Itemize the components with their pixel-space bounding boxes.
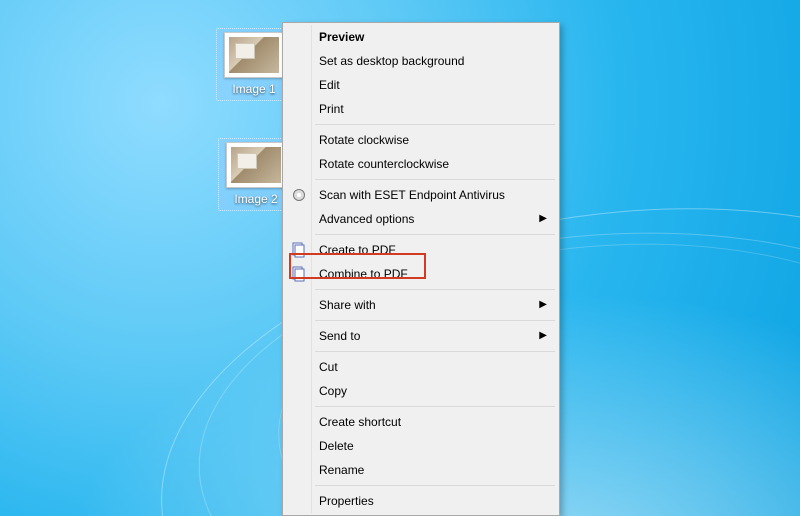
icon-label: Image 1 <box>220 82 288 96</box>
menu-separator <box>315 289 555 290</box>
menu-item-rename[interactable]: Rename <box>285 458 557 482</box>
menu-item-label: Scan with ESET Endpoint Antivirus <box>319 188 505 202</box>
submenu-arrow-icon: ▶ <box>539 297 547 313</box>
menu-item-preview[interactable]: Preview <box>285 25 557 49</box>
desktop[interactable]: Image 1 Image 2 Preview Set as desktop b… <box>0 0 800 516</box>
menu-item-label: Set as desktop background <box>319 54 464 68</box>
submenu-arrow-icon: ▶ <box>539 328 547 344</box>
menu-item-send-to[interactable]: Send to ▶ <box>285 324 557 348</box>
menu-item-label: Share with <box>319 298 376 312</box>
context-menu: Preview Set as desktop background Edit P… <box>282 22 560 516</box>
menu-item-label: Create to PDF <box>319 243 396 257</box>
menu-item-rotate-ccw[interactable]: Rotate counterclockwise <box>285 152 557 176</box>
menu-item-copy[interactable]: Copy <box>285 379 557 403</box>
desktop-icon-image1[interactable]: Image 1 <box>216 28 292 101</box>
icon-label: Image 2 <box>222 192 290 206</box>
menu-item-label: Advanced options <box>319 212 414 226</box>
thumbnail <box>226 142 286 188</box>
menu-item-rotate-cw[interactable]: Rotate clockwise <box>285 128 557 152</box>
submenu-arrow-icon: ▶ <box>539 211 547 227</box>
menu-item-label: Preview <box>319 30 364 44</box>
eset-radio-icon <box>291 187 307 203</box>
thumbnail <box>224 32 284 78</box>
menu-item-create-shortcut[interactable]: Create shortcut <box>285 410 557 434</box>
menu-item-label: Rotate counterclockwise <box>319 157 449 171</box>
menu-item-cut[interactable]: Cut <box>285 355 557 379</box>
menu-item-label: Send to <box>319 329 360 343</box>
menu-separator <box>315 485 555 486</box>
menu-item-share-with[interactable]: Share with ▶ <box>285 293 557 317</box>
menu-item-label: Create shortcut <box>319 415 401 429</box>
menu-item-label: Combine to PDF <box>319 267 408 281</box>
menu-separator <box>315 234 555 235</box>
menu-item-set-background[interactable]: Set as desktop background <box>285 49 557 73</box>
menu-separator <box>315 320 555 321</box>
menu-item-label: Delete <box>319 439 354 453</box>
menu-item-properties[interactable]: Properties <box>285 489 557 513</box>
menu-item-combine-to-pdf[interactable]: Combine to PDF <box>285 262 557 286</box>
menu-item-advanced-options[interactable]: Advanced options ▶ <box>285 207 557 231</box>
menu-separator <box>315 406 555 407</box>
menu-item-scan-eset[interactable]: Scan with ESET Endpoint Antivirus <box>285 183 557 207</box>
menu-separator <box>315 179 555 180</box>
menu-item-label: Copy <box>319 384 347 398</box>
menu-item-label: Cut <box>319 360 338 374</box>
pdf-combine-icon <box>291 266 307 282</box>
menu-item-create-to-pdf[interactable]: Create to PDF <box>285 238 557 262</box>
menu-item-edit[interactable]: Edit <box>285 73 557 97</box>
menu-item-label: Print <box>319 102 344 116</box>
menu-item-label: Edit <box>319 78 340 92</box>
pdf-create-icon <box>291 242 307 258</box>
menu-item-label: Rotate clockwise <box>319 133 409 147</box>
menu-item-delete[interactable]: Delete <box>285 434 557 458</box>
menu-item-label: Properties <box>319 494 374 508</box>
menu-separator <box>315 351 555 352</box>
menu-separator <box>315 124 555 125</box>
menu-item-print[interactable]: Print <box>285 97 557 121</box>
menu-item-label: Rename <box>319 463 364 477</box>
